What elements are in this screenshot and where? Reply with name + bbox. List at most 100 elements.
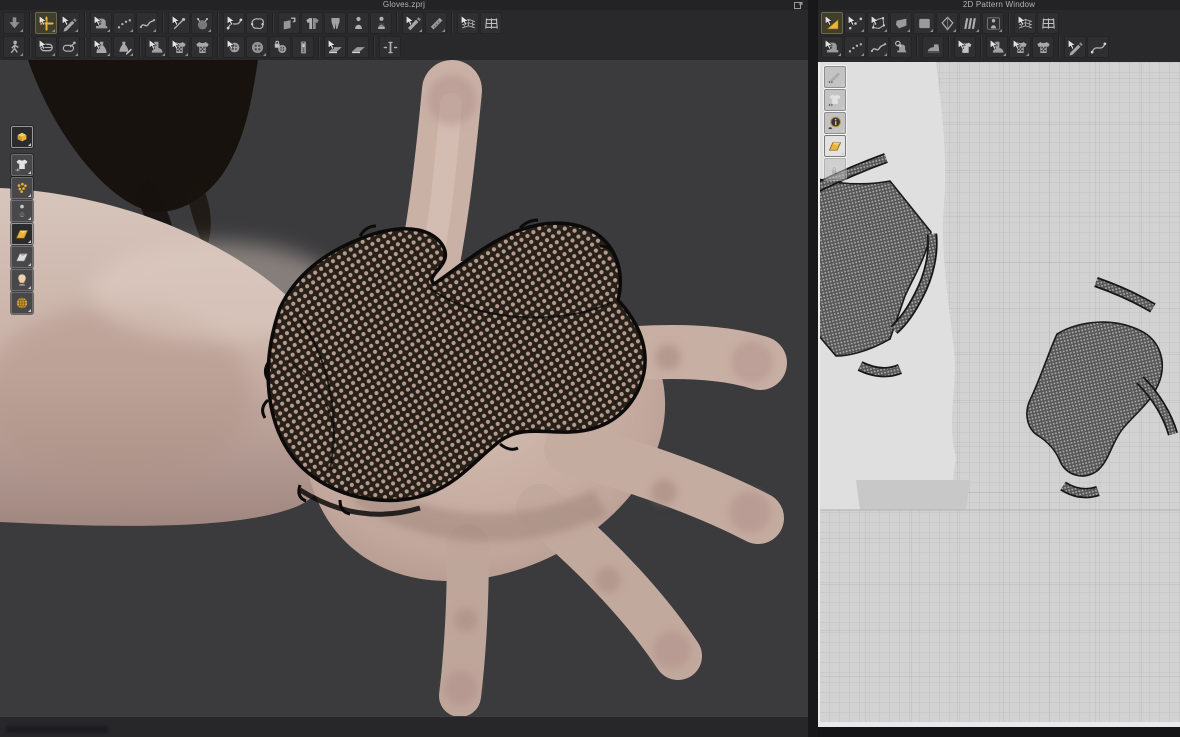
walk-avatar-tool[interactable] <box>3 36 25 58</box>
zipper-tool[interactable] <box>292 36 314 58</box>
info-icon <box>827 116 841 130</box>
flip-icon <box>283 17 295 29</box>
button-tool[interactable] <box>223 36 245 58</box>
edit-sewing-tool[interactable] <box>246 12 268 34</box>
plane-tool[interactable] <box>347 36 369 58</box>
show-avatar-toggle[interactable] <box>11 269 33 291</box>
window-divider[interactable] <box>808 0 818 737</box>
eyeshirt-icon <box>828 94 841 107</box>
measure-tool[interactable] <box>425 12 447 34</box>
garment-toolbar-row2 <box>3 35 805 59</box>
trace-avatar-tool[interactable] <box>982 12 1004 34</box>
edit-sewing-tool-2d[interactable] <box>890 36 912 58</box>
dart-icon <box>940 15 954 31</box>
machine-icon <box>93 14 107 28</box>
zippull-icon <box>383 41 397 53</box>
segment-sewing-tool[interactable] <box>90 12 112 34</box>
cut-tool[interactable] <box>402 12 424 34</box>
pants-display-tool[interactable] <box>324 12 346 34</box>
poly-icon <box>895 18 906 28</box>
pleats-tool[interactable] <box>959 12 981 34</box>
pin-tool[interactable] <box>168 12 190 34</box>
edit-curvature-tool[interactable] <box>867 12 889 34</box>
show-environment-toggle[interactable] <box>11 292 33 314</box>
show-sewing-toggle[interactable] <box>824 66 846 88</box>
show-mannequin-toggle[interactable] <box>11 200 33 222</box>
polygon-pattern-tool[interactable] <box>913 12 935 34</box>
pin-ball-tool[interactable] <box>191 12 213 34</box>
grid-icon <box>460 14 475 28</box>
edit-garment-tool[interactable] <box>113 36 135 58</box>
shoe-tool-2d[interactable] <box>986 36 1008 58</box>
front-back-display-tool[interactable] <box>301 12 323 34</box>
pen-icon <box>1067 38 1083 56</box>
zipper-pull-tool[interactable] <box>379 36 401 58</box>
garment-3d-viewport[interactable] <box>0 60 808 716</box>
show-fold-arrangement-toggle[interactable] <box>11 246 33 268</box>
select-plane-tool[interactable] <box>324 36 346 58</box>
tapepin-icon <box>62 40 76 52</box>
shoe-tool[interactable] <box>145 36 167 58</box>
toolbar-separator <box>946 37 952 57</box>
segment-sewing-tool-2d[interactable] <box>821 36 843 58</box>
pins-icon <box>17 182 27 194</box>
toolbar-separator <box>1056 37 1062 57</box>
wave-icon <box>139 18 155 28</box>
select-curve-tool[interactable] <box>58 12 80 34</box>
show-fabric-toggle[interactable] <box>11 223 33 245</box>
edit-pattern-tool[interactable] <box>844 12 866 34</box>
show-garment-toggle[interactable] <box>11 154 33 176</box>
show-info-toggle[interactable] <box>824 112 846 134</box>
pin-tape-tool[interactable] <box>58 36 80 58</box>
show-pins-toggle[interactable] <box>11 177 33 199</box>
garment-texture-tool[interactable] <box>191 36 213 58</box>
float-window-button[interactable] <box>794 1 803 9</box>
garment-window-title: Gloves.zprj <box>382 0 426 9</box>
uv-map-tool-2d[interactable] <box>1037 12 1059 34</box>
pattern-texture-tool-2d[interactable] <box>1009 36 1031 58</box>
buttonhole-tool[interactable] <box>246 36 268 58</box>
fabric-icon <box>15 230 29 239</box>
pattern-2d-canvas[interactable] <box>818 62 1180 722</box>
select-sewing-tool[interactable] <box>223 12 245 34</box>
transform-pattern-tool[interactable] <box>821 12 843 34</box>
show-fabric-toggle-2d[interactable] <box>824 135 846 157</box>
select-move-tool[interactable] <box>35 12 57 34</box>
show-pattern-toggle[interactable] <box>824 89 846 111</box>
lock-button-tool[interactable] <box>269 36 291 58</box>
rectpat-icon <box>918 18 930 28</box>
add-point-tool[interactable] <box>890 12 912 34</box>
toolbar-separator <box>371 37 377 57</box>
avatar-dress-display-tool[interactable] <box>370 12 392 34</box>
mn-sewing-tool-2d[interactable] <box>867 36 889 58</box>
show-3d-garment-toggle[interactable] <box>11 126 33 148</box>
dresspen-icon <box>118 41 132 55</box>
pen-line-tool[interactable] <box>1064 36 1086 58</box>
pattern-piece-right[interactable] <box>1026 277 1179 499</box>
free-sewing-tool[interactable] <box>113 12 135 34</box>
pattern-texture-tool[interactable] <box>168 36 190 58</box>
garment-window-titlebar[interactable]: Gloves.zprj <box>0 0 808 10</box>
shirtcheck-icon <box>195 41 209 53</box>
pattern-window-titlebar[interactable]: 2D Pattern Window <box>818 0 1180 10</box>
toolbar-separator <box>27 13 33 33</box>
select-garment-tool[interactable] <box>90 36 112 58</box>
uv-grid-tool-2d[interactable] <box>1014 12 1036 34</box>
tape-measure-tool[interactable] <box>35 36 57 58</box>
garment-texture-tool-2d[interactable] <box>1032 36 1054 58</box>
tape-icon <box>38 38 53 51</box>
dart-tool[interactable] <box>936 12 958 34</box>
fabric-icon <box>828 142 842 151</box>
mn-sewing-tool[interactable] <box>136 12 158 34</box>
avatar-display-tool[interactable] <box>347 12 369 34</box>
uv-map-tool[interactable] <box>480 12 502 34</box>
edit-curve-points-tool[interactable] <box>1087 36 1109 58</box>
curvepts-icon <box>226 14 242 30</box>
flip-pattern-tool[interactable] <box>278 12 300 34</box>
uv-grid-tool[interactable] <box>457 12 479 34</box>
steam-iron-tool[interactable] <box>922 36 944 58</box>
free-sewing-tool-2d[interactable] <box>844 36 866 58</box>
download-arrow-tool[interactable] <box>3 12 25 34</box>
select-pattern-3d-tool[interactable] <box>954 36 976 58</box>
toolbar-separator <box>394 13 400 33</box>
